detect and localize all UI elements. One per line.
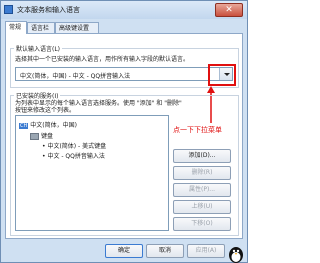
annotation-highlight-box bbox=[208, 64, 236, 86]
tree-item-label: 中文 - QQ拼音输入法 bbox=[47, 153, 105, 160]
properties-button[interactable]: 属性(P)... bbox=[173, 183, 231, 197]
default-language-title: 默认输入语言(L) bbox=[14, 44, 63, 53]
tree-item-label: 中文(简体) - 美式键盘 bbox=[47, 143, 107, 150]
window-title: 文本服务和输入语言 bbox=[17, 6, 80, 14]
ok-button[interactable]: 确定 bbox=[105, 244, 143, 258]
services-tree[interactable]: CH 中文(简体，中国) 键盘 • 中文(简体) - 美式键盘 • 中文 - QQ… bbox=[15, 115, 169, 231]
language-badge: CH bbox=[19, 123, 29, 129]
close-button[interactable]: ✕ bbox=[215, 3, 243, 17]
apply-button[interactable]: 应用(A) bbox=[187, 244, 225, 258]
default-language-value: 中文(简体，中国) - 中文 - QQ拼音输入法 bbox=[20, 73, 131, 80]
add-button[interactable]: 添加(D)... bbox=[173, 149, 231, 163]
penguin-watermark-icon bbox=[229, 247, 243, 263]
tab-general[interactable]: 常规 bbox=[5, 21, 27, 34]
move-up-button[interactable]: 上移(U) bbox=[173, 200, 231, 214]
tree-keyboard-label: 键盘 bbox=[41, 133, 54, 140]
move-down-button[interactable]: 下移(O) bbox=[173, 217, 231, 231]
keyboard-icon bbox=[30, 133, 39, 140]
installed-services-description-2: 按钮来修改这个列表。 bbox=[15, 107, 76, 114]
title-bar[interactable]: 文本服务和输入语言 ✕ bbox=[1, 1, 247, 19]
default-language-description: 选择其中一个已安装的输入语言，用作所有输入字段的默认语言。 bbox=[15, 56, 190, 63]
tree-item[interactable]: • 中文 - QQ拼音输入法 bbox=[42, 151, 105, 160]
cancel-button[interactable]: 取消 bbox=[146, 244, 184, 258]
installed-services-title: 已安装的服务(I) bbox=[14, 91, 61, 100]
remove-button[interactable]: 删除(R) bbox=[173, 166, 231, 180]
tree-language-node[interactable]: CH 中文(简体，中国) bbox=[19, 120, 77, 129]
tree-keyboard-node[interactable]: 键盘 bbox=[30, 131, 53, 140]
tree-language-label: 中文(简体，中国) bbox=[30, 122, 77, 129]
default-language-dropdown[interactable]: 中文(简体，中国) - 中文 - QQ拼音输入法 bbox=[15, 67, 233, 81]
installed-services-description-1: 为列表中显示的每个输入语言选择服务。使用 "添加" 和 "删除" bbox=[15, 100, 182, 107]
dialog-window: 文本服务和输入语言 ✕ 常规 语言栏 高级键设置 默认输入语言(L) 选择其中一… bbox=[0, 0, 248, 263]
tree-item[interactable]: • 中文(简体) - 美式键盘 bbox=[42, 141, 106, 150]
keyboard-app-icon bbox=[4, 5, 13, 14]
